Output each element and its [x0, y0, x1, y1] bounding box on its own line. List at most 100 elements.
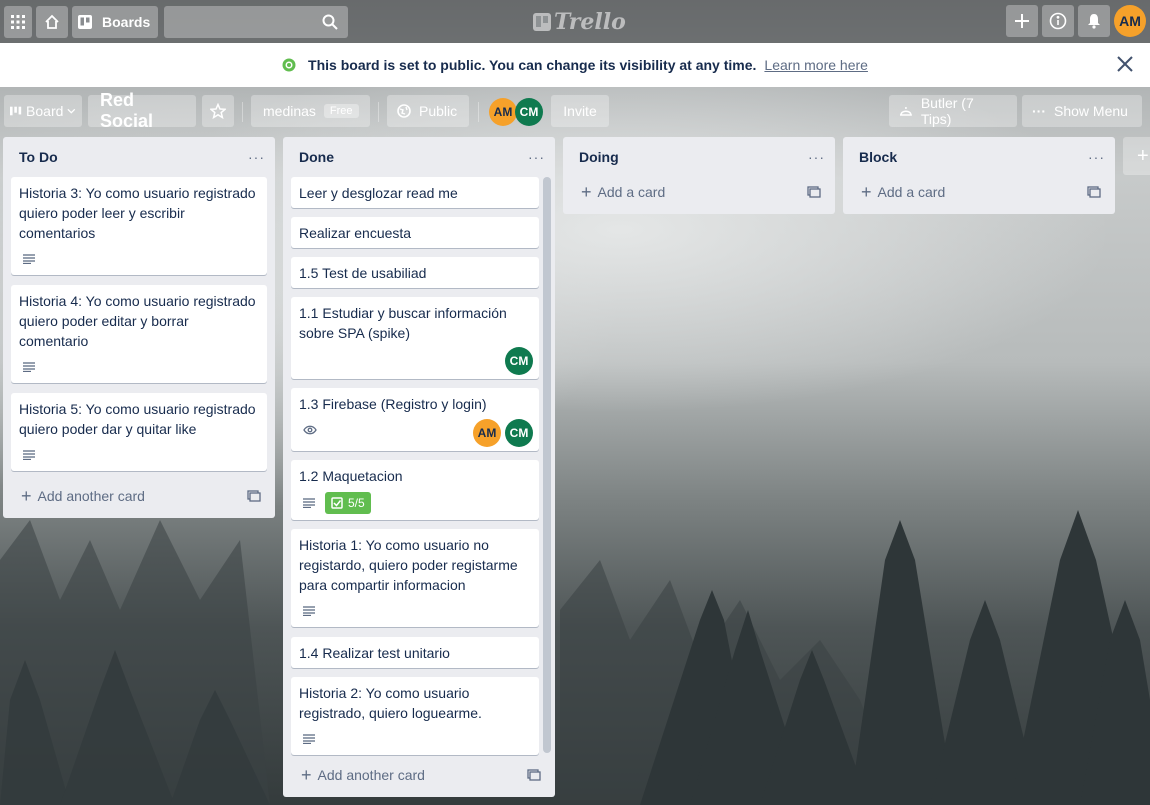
member-avatar[interactable]: CM	[515, 98, 543, 126]
description-icon	[303, 498, 315, 508]
checklist-badge: 5/5	[325, 492, 371, 514]
card-title: 1.2 Maquetacion	[299, 468, 403, 484]
notifications-button[interactable]	[1078, 5, 1110, 37]
member-avatar[interactable]: CM	[505, 347, 533, 375]
apps-grid-icon	[11, 14, 25, 29]
board-header: Board Red Social medinas Free Public AM …	[0, 90, 1150, 131]
card-title: Realizar encuesta	[299, 225, 412, 241]
bell-icon	[1088, 14, 1100, 29]
card[interactable]: Historia 3: Yo como usuario registrado q…	[11, 177, 267, 275]
list-done: Done ··· Leer y desglozar read me Realiz…	[283, 137, 555, 797]
card-title: Historia 2: Yo como usuario registrado, …	[299, 685, 482, 721]
list-menu-icon[interactable]: ···	[528, 149, 545, 165]
add-card-label: Add a card	[877, 184, 946, 200]
add-card-button[interactable]: + Add another card	[11, 482, 267, 510]
card[interactable]: 1.1 Estudiar y buscar información sobre …	[291, 297, 539, 379]
close-icon[interactable]	[1116, 55, 1134, 73]
create-button[interactable]	[1006, 5, 1038, 37]
board-menu-label: Board	[26, 103, 64, 119]
member-avatar[interactable]: AM	[473, 419, 501, 447]
home-button[interactable]	[36, 5, 68, 38]
board-menu-button[interactable]: Board	[4, 95, 82, 127]
card[interactable]: Historia 5: Yo como usuario registrado q…	[11, 393, 267, 471]
globe-icon	[282, 58, 296, 72]
member-initials: AM	[493, 105, 513, 119]
search-icon	[322, 14, 338, 30]
butler-button[interactable]: Butler (7 Tips)	[889, 95, 1017, 127]
apps-grid-button[interactable]	[4, 5, 32, 38]
list-block: Block ··· + Add a card	[843, 137, 1115, 214]
card[interactable]: Leer y desglozar read me	[291, 177, 539, 208]
learn-more-link[interactable]: Learn more here	[764, 57, 868, 73]
butler-label: Butler (7 Tips)	[920, 95, 974, 127]
card[interactable]: 1.5 Test de usabiliad	[291, 257, 539, 288]
checkbox-icon	[331, 497, 343, 509]
add-card-button[interactable]: + Add another card	[291, 761, 547, 789]
plus-icon	[1015, 14, 1029, 28]
list-menu-icon[interactable]: ···	[248, 149, 265, 165]
member-avatar[interactable]: AM	[489, 98, 517, 126]
card[interactable]: 1.4 Realizar test unitario	[291, 637, 539, 668]
list-menu-icon[interactable]: ···	[808, 149, 825, 165]
list-to-do: To Do ··· Historia 3: Yo como usuario re…	[3, 137, 275, 518]
card[interactable]: Historia 4: Yo como usuario registrado q…	[11, 285, 267, 383]
watch-eye-icon	[303, 425, 317, 435]
user-avatar[interactable]: AM	[1114, 5, 1146, 37]
trello-logo[interactable]: Trello	[533, 9, 626, 35]
card-template-icon[interactable]	[247, 490, 261, 502]
board-name[interactable]: Red Social	[88, 90, 196, 131]
home-icon	[45, 14, 59, 29]
show-menu-label: Show Menu	[1054, 103, 1128, 119]
boards-label: Boards	[102, 13, 151, 30]
description-icon	[303, 606, 315, 616]
plus-icon: +	[301, 764, 312, 785]
card-template-icon[interactable]	[527, 769, 541, 781]
visibility-button[interactable]: Public	[387, 95, 469, 127]
card-template-icon[interactable]	[1087, 186, 1101, 198]
checklist-count: 5/5	[348, 496, 365, 510]
card-title: Leer y desglozar read me	[299, 185, 458, 201]
chevron-down-icon	[67, 108, 76, 114]
add-list-button[interactable]: +	[1123, 137, 1150, 175]
visibility-label: Public	[419, 103, 458, 119]
add-card-button[interactable]: + Add a card	[851, 178, 1081, 206]
card[interactable]: Realizar encuesta	[291, 217, 539, 248]
plus-icon: +	[581, 181, 592, 202]
butler-icon	[899, 107, 912, 116]
card-title: 1.5 Test de usabiliad	[299, 265, 427, 281]
user-initials: AM	[1119, 13, 1141, 29]
list-title[interactable]: Done	[299, 149, 334, 165]
list-scrollbar[interactable]	[543, 177, 551, 753]
card[interactable]: 1.3 Firebase (Registro y login) AM CM	[291, 388, 539, 451]
add-card-label: Add another card	[317, 767, 425, 783]
list-title[interactable]: To Do	[19, 149, 58, 165]
info-button[interactable]	[1042, 5, 1074, 37]
search-input[interactable]	[164, 5, 348, 38]
divider	[378, 102, 379, 122]
invite-button[interactable]: Invite	[551, 95, 609, 127]
description-icon	[303, 734, 315, 744]
star-button[interactable]	[202, 95, 234, 127]
list-doing: Doing ··· + Add a card	[563, 137, 835, 214]
add-card-button[interactable]: + Add a card	[571, 178, 801, 206]
list-menu-icon[interactable]: ···	[1088, 149, 1105, 165]
card[interactable]: Historia 2: Yo como usuario registrado, …	[291, 677, 539, 755]
logo-text: Trello	[554, 9, 626, 35]
list-title[interactable]: Block	[859, 149, 897, 165]
member-avatar[interactable]: CM	[505, 419, 533, 447]
more-icon: ···	[1032, 103, 1046, 119]
description-icon	[23, 254, 35, 264]
card-template-icon[interactable]	[807, 186, 821, 198]
list-title[interactable]: Doing	[579, 149, 619, 165]
globe-icon	[397, 104, 411, 118]
boards-button[interactable]: Boards	[72, 5, 158, 38]
team-button[interactable]: medinas Free	[251, 95, 370, 127]
team-name: medinas	[263, 103, 316, 119]
card[interactable]: Historia 1: Yo como usuario no registard…	[291, 529, 539, 627]
banner-message: This board is set to public. You can cha…	[308, 57, 757, 73]
show-menu-button[interactable]: ··· Show Menu	[1022, 95, 1142, 127]
top-header: Boards Trello AM	[0, 0, 1150, 43]
card[interactable]: 1.2 Maquetacion 5/5	[291, 460, 539, 520]
description-icon	[23, 362, 35, 372]
board-name-text: Red Social	[100, 90, 154, 131]
